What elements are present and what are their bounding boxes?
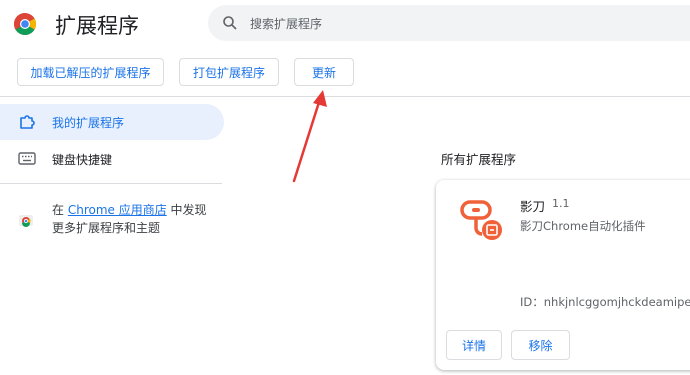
load-unpacked-button[interactable]: 加载已解压的扩展程序 (17, 58, 164, 86)
sidebar-divider (0, 183, 222, 184)
sidebar-item-label: 键盘快捷键 (52, 153, 113, 167)
keyboard-icon (18, 151, 36, 170)
pack-extension-button[interactable]: 打包扩展程序 (179, 58, 279, 86)
remove-button[interactable]: 移除 (511, 330, 570, 360)
extension-id: ID：nhkjnlcggomjhckdeamipedlc (520, 295, 690, 309)
sidebar-item-keyboard-shortcuts[interactable]: 键盘快捷键 (0, 141, 224, 175)
puzzle-icon (18, 113, 36, 135)
sidebar-item-label: 我的扩展程序 (52, 116, 125, 130)
sidebar-item-my-extensions[interactable]: 我的扩展程序 (0, 104, 224, 140)
extension-version: 1.1 (552, 197, 570, 210)
web-store-link[interactable]: Chrome 应用商店 (68, 203, 167, 217)
details-button[interactable]: 详情 (446, 330, 502, 360)
search-icon (222, 15, 238, 35)
extension-card: 影刀 1.1 影刀Chrome自动化插件 ID：nhkjnlcggomjhckd… (436, 180, 690, 370)
chrome-web-store-icon (18, 211, 34, 227)
search-bar[interactable]: 搜索扩展程序 (208, 5, 690, 41)
extension-name: 影刀 (520, 199, 546, 214)
toolbar-divider (0, 96, 690, 97)
section-title: 所有扩展程序 (441, 152, 517, 167)
search-input[interactable]: 搜索扩展程序 (250, 15, 322, 32)
extension-icon (456, 198, 504, 244)
extension-description: 影刀Chrome自动化插件 (520, 219, 646, 233)
annotation-arrow-icon (285, 85, 335, 185)
chrome-logo-icon (13, 12, 37, 36)
page-title: 扩展程序 (55, 14, 139, 38)
update-button[interactable]: 更新 (294, 58, 354, 86)
web-store-promo: 在 Chrome 应用商店 中发现 更多扩展程序和主题 (52, 203, 207, 235)
